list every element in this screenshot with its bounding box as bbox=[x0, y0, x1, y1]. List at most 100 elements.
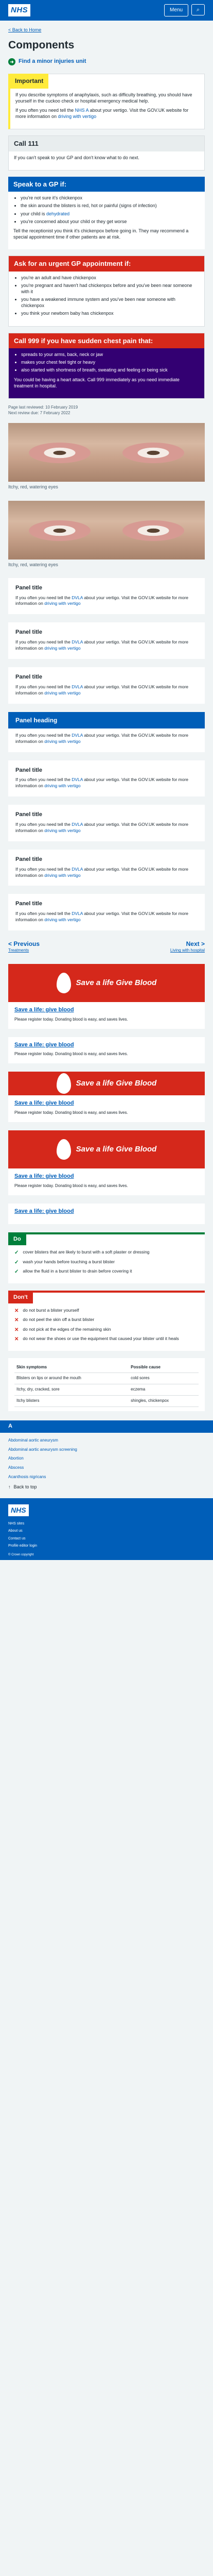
gp-list: you're not sure it's chickenpox the skin… bbox=[13, 195, 200, 225]
promo-link[interactable]: Save a life: give blood bbox=[14, 1041, 199, 1049]
list-item: spreads to your arms, back, neck or jaw bbox=[21, 351, 199, 358]
list-item: your child is dehydrated bbox=[21, 211, 200, 217]
table-cell: eczema bbox=[129, 1384, 199, 1396]
give-blood-image: Save a life Give Blood bbox=[8, 1130, 205, 1168]
dehydrated-link[interactable]: dehydrated bbox=[46, 211, 69, 216]
urgent-list: you're an adult and have chickenpox you'… bbox=[14, 275, 199, 317]
important-link-driving[interactable]: driving with vertigo bbox=[58, 114, 97, 119]
search-icon[interactable]: ⌕ bbox=[191, 4, 205, 16]
important-link-dvla[interactable]: NHS A bbox=[75, 108, 89, 113]
do-item: ✓ wash your hands before touching a burst… bbox=[14, 1259, 199, 1266]
dont-item-text: do not burst a blister yourself bbox=[23, 1307, 79, 1313]
panel-link-driving[interactable]: driving with vertigo bbox=[44, 783, 80, 788]
panel-heading: Panel heading bbox=[8, 711, 205, 728]
table-header-row: Skin symptoms Possible cause bbox=[14, 1362, 199, 1374]
back-to-top-link[interactable]: ↑ Back to top bbox=[8, 1484, 205, 1490]
nhs-logo[interactable]: NHS bbox=[8, 4, 31, 17]
dont-item: ✕ do not pick at the edges of the remaini… bbox=[14, 1327, 199, 1334]
cross-icon: ✕ bbox=[14, 1317, 19, 1324]
panel-text-prefix: If you often you need tell the bbox=[15, 684, 70, 689]
arrow-up-icon: ↑ bbox=[8, 1484, 11, 1489]
back-link[interactable]: < Back to Home bbox=[8, 21, 205, 37]
eye-shape bbox=[122, 520, 184, 541]
promo-card[interactable]: Save a life Give Blood Save a life: give… bbox=[8, 1072, 205, 1122]
panel-title: Panel title bbox=[15, 673, 42, 680]
give-blood-logo: Save a life Give Blood bbox=[76, 978, 157, 988]
panel-link-dvla[interactable]: DVLA bbox=[72, 777, 83, 782]
panel-link-driving[interactable]: driving with vertigo bbox=[44, 739, 80, 744]
panel-link-dvla[interactable]: DVLA bbox=[72, 822, 83, 827]
list-item: you have a weakened immune system and yo… bbox=[21, 296, 199, 309]
panel-link-dvla[interactable]: DVLA bbox=[72, 867, 83, 872]
dont-heading: Don't bbox=[8, 1291, 33, 1303]
panel-title: Panel title bbox=[15, 767, 42, 773]
footer-nhs-logo[interactable]: NHS bbox=[8, 1504, 29, 1516]
footer-link[interactable]: Profile editor login bbox=[8, 1544, 205, 1548]
dont-item-text: do not pick at the edges of the remainin… bbox=[23, 1326, 111, 1332]
promo-link[interactable]: Save a life: give blood bbox=[14, 1006, 199, 1014]
panel-text: If you often you need tell the DVLA abou… bbox=[15, 777, 198, 789]
give-blood-image: Save a life Give Blood bbox=[8, 1072, 205, 1096]
important-callout: Important If you describe symptoms of an… bbox=[8, 74, 205, 130]
image-caption: Itchy, red, watering eyes bbox=[8, 562, 58, 567]
footer-link[interactable]: NHS sites bbox=[8, 1521, 205, 1526]
panel-link-dvla[interactable]: DVLA bbox=[72, 684, 83, 689]
action-link[interactable]: ➜ Find a minor injuries unit bbox=[8, 58, 205, 65]
nonurgent-text: If you can't speak to your GP and don't … bbox=[14, 155, 139, 160]
panel-link-driving[interactable]: driving with vertigo bbox=[44, 646, 80, 651]
panel-text: If you often you need tell the DVLA abou… bbox=[15, 733, 198, 745]
list-item: makes your chest feel tight or heavy bbox=[21, 359, 199, 365]
promo-link[interactable]: Save a life: give blood bbox=[14, 1099, 199, 1107]
panel-link-dvla[interactable]: DVLA bbox=[72, 733, 83, 738]
panel-link-driving[interactable]: driving with vertigo bbox=[44, 873, 80, 878]
panel-link-dvla[interactable]: DVLA bbox=[72, 595, 83, 600]
panel-link-driving[interactable]: driving with vertigo bbox=[44, 690, 80, 696]
do-heading: Do bbox=[8, 1233, 26, 1246]
eye-shape bbox=[29, 443, 91, 464]
promo-card[interactable]: Save a life: give blood bbox=[8, 1203, 205, 1225]
footer-copyright: © Crown copyright bbox=[8, 1553, 34, 1556]
footer-link[interactable]: About us bbox=[8, 1529, 205, 1533]
panel-text: If you often you need tell the DVLA abou… bbox=[15, 822, 198, 834]
panel-link-dvla[interactable]: DVLA bbox=[72, 639, 83, 645]
promo-link[interactable]: Save a life: give blood bbox=[14, 1208, 199, 1215]
related-link[interactable]: Abscess bbox=[8, 1465, 205, 1471]
list-item: also started with shortness of breath, s… bbox=[21, 367, 199, 373]
promo-card[interactable]: Save a life Give Blood Save a life: give… bbox=[8, 1130, 205, 1195]
main-content: < Back to Home Components ➜ Find a minor… bbox=[0, 21, 213, 1498]
panel-link-driving[interactable]: driving with vertigo bbox=[44, 917, 80, 922]
gp-text: Tell the receptionist you think it's chi… bbox=[13, 228, 189, 240]
az-letter[interactable]: A bbox=[8, 1422, 12, 1430]
promo-link[interactable]: Save a life: give blood bbox=[14, 1173, 199, 1180]
heart-attack-link[interactable]: heart attack bbox=[61, 377, 85, 382]
pagination-next-page: Living with hospital bbox=[170, 948, 205, 953]
panel-link-dvla[interactable]: DVLA bbox=[72, 911, 83, 916]
promo-card[interactable]: Save a life: give blood Please register … bbox=[8, 1037, 205, 1064]
panel-link-driving[interactable]: driving with vertigo bbox=[44, 601, 80, 606]
nonurgent-body: If you can't speak to your GP and don't … bbox=[9, 151, 204, 170]
related-link[interactable]: Acanthosis nigricans bbox=[8, 1475, 205, 1480]
tick-icon: ✓ bbox=[14, 1259, 19, 1265]
pagination-next[interactable]: Next > Living with hospital bbox=[170, 940, 205, 954]
footer-link[interactable]: Contact us bbox=[8, 1536, 205, 1541]
panel-title: Panel title bbox=[15, 811, 42, 818]
related-link[interactable]: Abdominal aortic aneurysm bbox=[8, 1438, 205, 1444]
pagination-previous[interactable]: < Previous Treatments bbox=[8, 940, 40, 954]
gp-body: you're not sure it's chickenpox the skin… bbox=[8, 192, 205, 249]
action-link-label: Find a minor injuries unit bbox=[19, 58, 86, 65]
next-review: Next review due: 7 February 2022 bbox=[8, 410, 70, 415]
panel: Panel title If you often you need tell t… bbox=[8, 805, 205, 841]
related-link[interactable]: Abdominal aortic aneurysm screening bbox=[8, 1447, 205, 1453]
panel-link-driving[interactable]: driving with vertigo bbox=[44, 828, 80, 833]
dont-item-text: do not peel the skin off a burst blister bbox=[23, 1317, 95, 1323]
promo-card[interactable]: Save a life Give Blood Save a life: give… bbox=[8, 964, 205, 1029]
blood-drop-icon bbox=[56, 1073, 71, 1094]
menu-button[interactable]: Menu bbox=[164, 4, 188, 16]
do-item: ✓ allow the fluid in a burst blister to d… bbox=[14, 1268, 199, 1276]
gp-item-text: your child is bbox=[21, 211, 45, 216]
table-row: Itchy blisters shingles, chickenpox bbox=[14, 1395, 199, 1407]
related-link[interactable]: Abortion bbox=[8, 1456, 205, 1462]
list-item: you're pregnant and haven't had chickenp… bbox=[21, 282, 199, 295]
cross-icon: ✕ bbox=[14, 1308, 19, 1314]
panel-text: If you often you need tell the DVLA abou… bbox=[15, 684, 198, 697]
